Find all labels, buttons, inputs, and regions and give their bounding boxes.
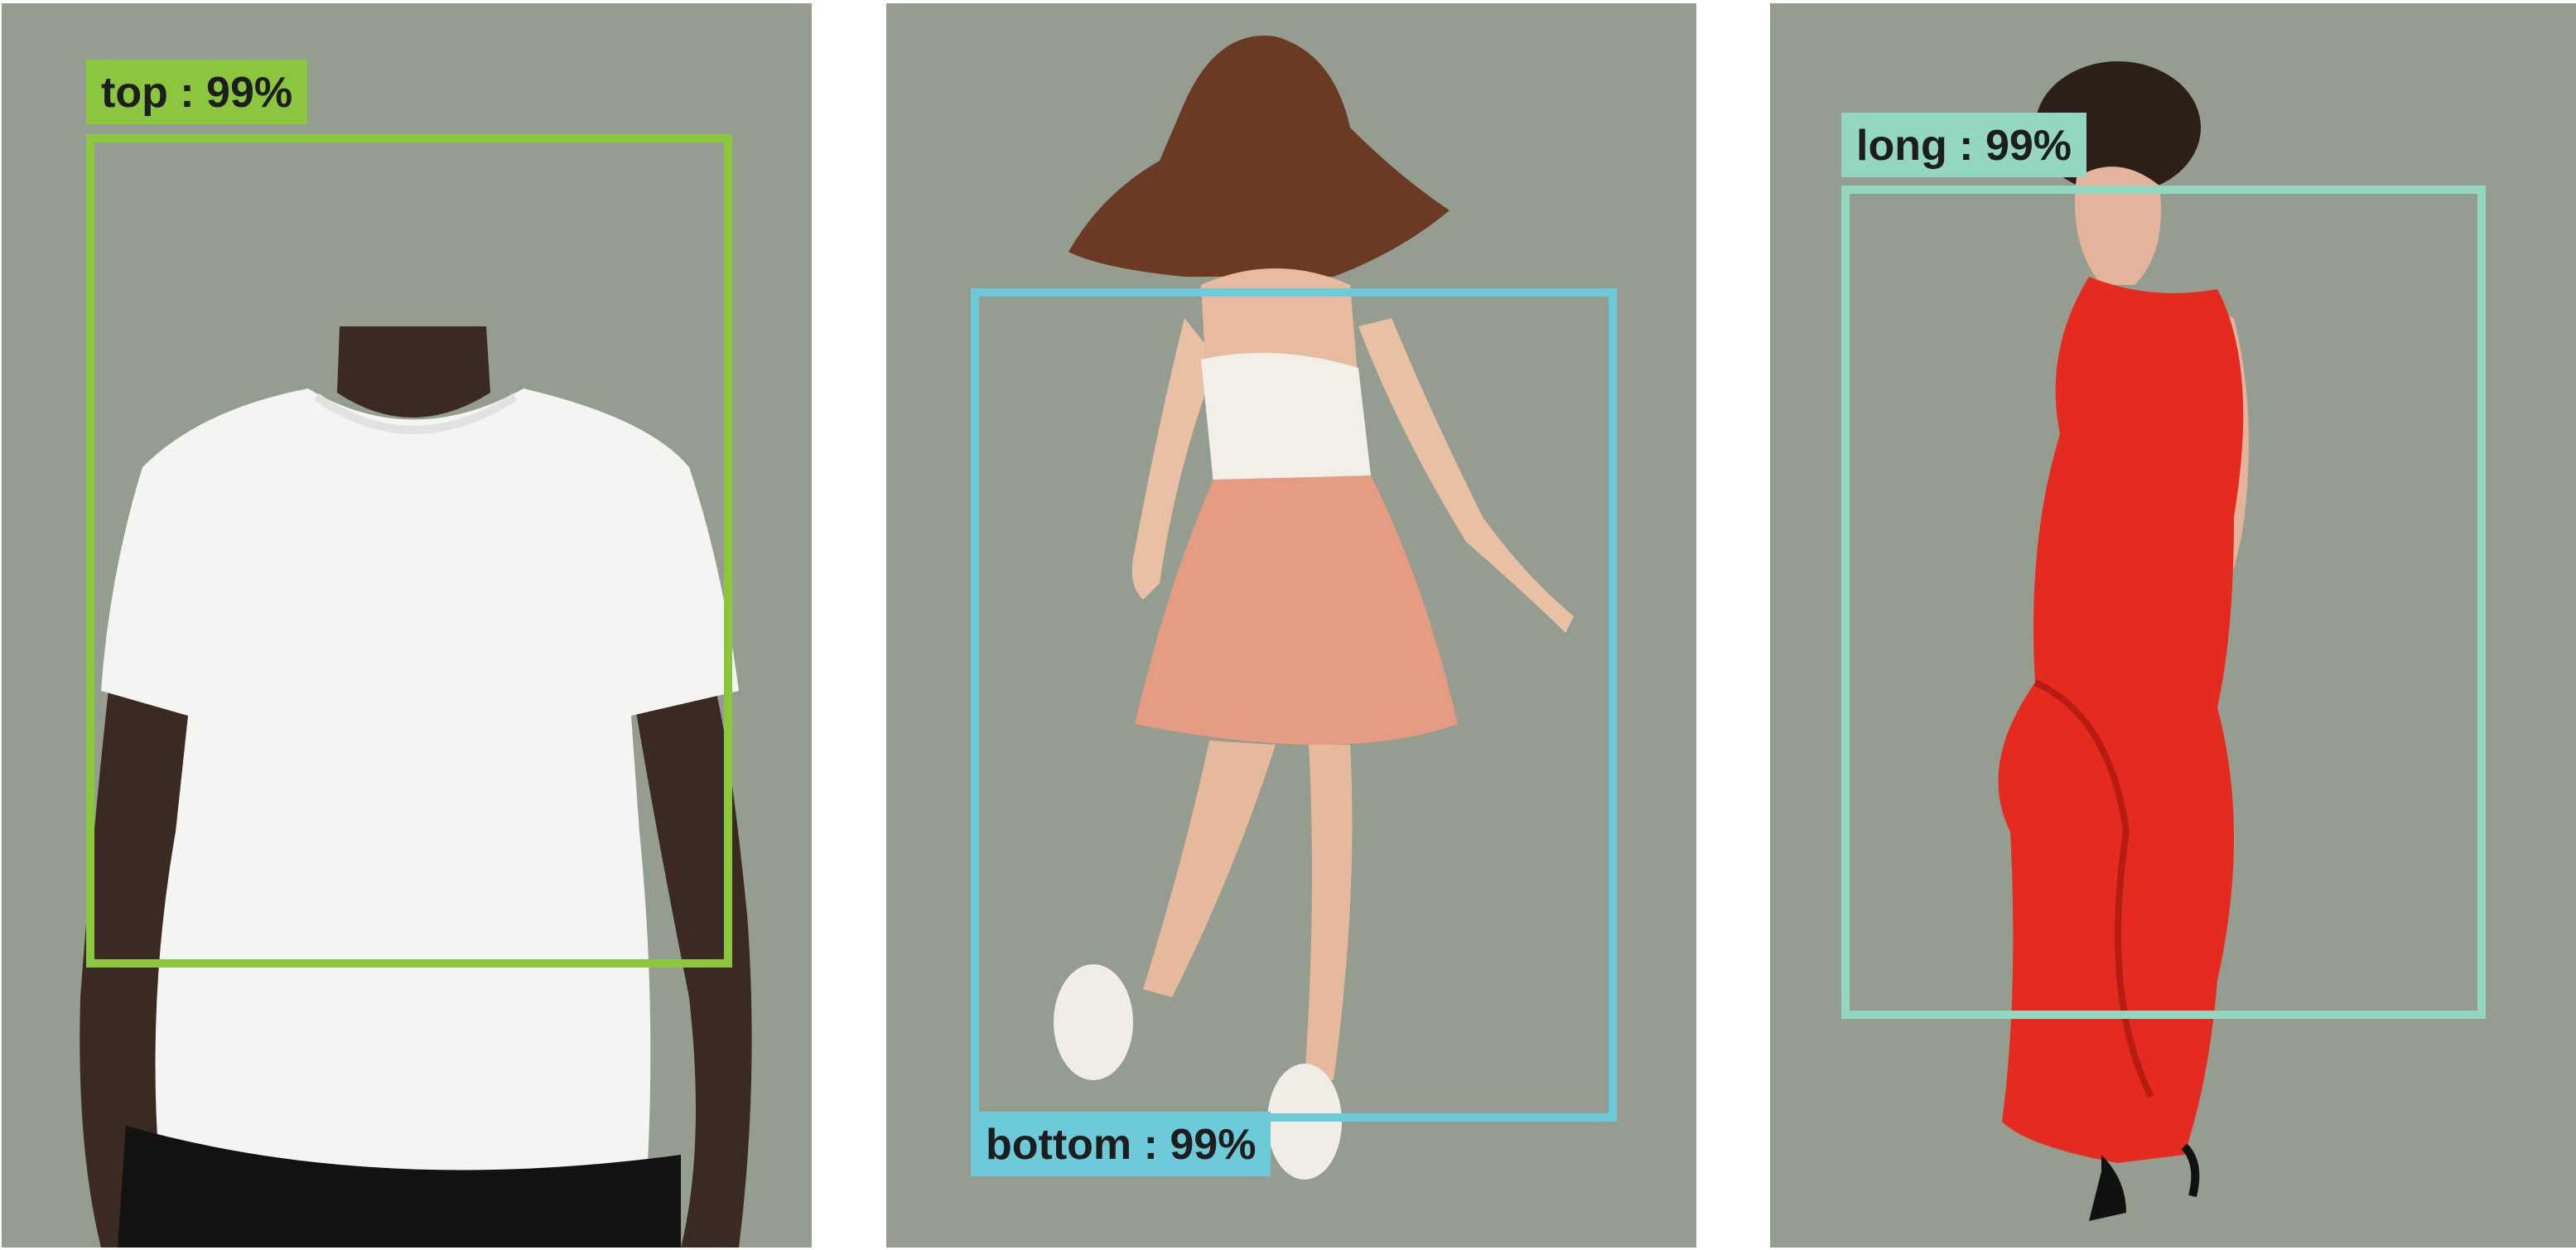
image-panel-bottom: bottom : 99% — [886, 3, 1696, 1248]
detection-box-top — [86, 134, 732, 968]
detection-box-bottom — [971, 288, 1617, 1122]
detection-box-long — [1841, 186, 2486, 1019]
image-panel-long: long : 99% — [1770, 3, 2576, 1248]
image-panel-top: top : 99% — [2, 3, 812, 1248]
detection-label-bottom: bottom : 99% — [971, 1112, 1271, 1176]
detection-label-long: long : 99% — [1841, 113, 2087, 177]
detection-label-top: top : 99% — [86, 60, 308, 124]
